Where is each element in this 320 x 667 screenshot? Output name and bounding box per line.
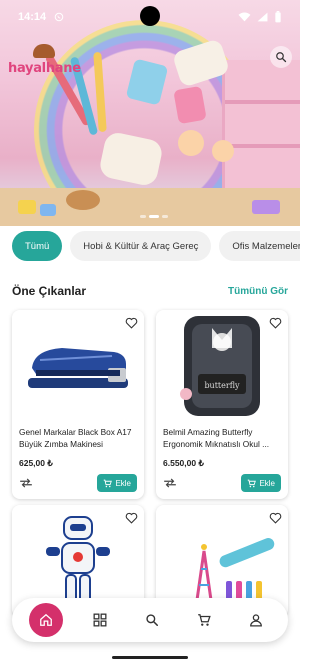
product-image: butterfly xyxy=(156,310,288,422)
product-card[interactable]: butterfly Belmil Amazing Butterfly Ergon… xyxy=(156,310,288,499)
nav-cart[interactable] xyxy=(189,605,219,635)
gesture-bar xyxy=(112,656,188,659)
robot-toy-image xyxy=(46,516,110,606)
logo-text: hayalhane xyxy=(8,61,81,76)
compare-icon[interactable] xyxy=(19,478,33,488)
grid-icon xyxy=(93,613,107,627)
product-price: 6.550,00 ₺ xyxy=(163,458,204,468)
page-dot-active xyxy=(149,215,159,218)
whatsapp-icon xyxy=(54,12,64,22)
heart-outline-icon xyxy=(125,317,137,329)
add-to-cart-button[interactable]: Ekle xyxy=(241,474,281,492)
product-name: Genel Markalar Black Box A17 Büyük Zımba… xyxy=(19,427,132,450)
app-screen: hayalhane 14:14 Tümü Hobi & Kültür & Ara… xyxy=(0,0,300,667)
search-icon xyxy=(276,52,287,63)
favorite-button[interactable] xyxy=(266,314,284,332)
home-icon xyxy=(40,613,52,626)
product-price: 625,00 ₺ xyxy=(19,458,53,468)
nav-search[interactable] xyxy=(137,605,167,635)
featured-section-header: Öne Çıkanlar Tümünü Gör xyxy=(12,284,288,298)
add-label: Ekle xyxy=(115,478,131,488)
3d-pen-image xyxy=(194,538,275,609)
wifi-icon xyxy=(238,12,251,22)
camera-cutout xyxy=(140,6,160,26)
battery-icon xyxy=(275,11,281,23)
section-title: Öne Çıkanlar xyxy=(12,284,87,298)
cart-icon xyxy=(248,479,257,487)
favorite-button[interactable] xyxy=(266,509,284,527)
profile-icon xyxy=(250,614,262,627)
heart-outline-icon xyxy=(125,512,137,524)
logo-mark-icon xyxy=(33,44,56,58)
chip-office[interactable]: Ofis Malzemeleri xyxy=(219,231,300,261)
add-label: Ekle xyxy=(259,478,275,488)
brand-logo[interactable]: hayalhane xyxy=(8,44,81,77)
compare-icon[interactable] xyxy=(163,478,177,488)
page-dot xyxy=(140,215,146,218)
nav-profile[interactable] xyxy=(241,605,271,635)
bottom-navigation xyxy=(12,598,288,642)
product-name: Belmil Amazing Butterfly Ergonomik Mıkna… xyxy=(163,427,270,450)
chip-all[interactable]: Tümü xyxy=(12,231,63,261)
header-search-button[interactable] xyxy=(270,46,292,68)
nav-categories[interactable] xyxy=(85,605,115,635)
nav-home[interactable] xyxy=(29,603,63,637)
cart-icon xyxy=(104,479,113,487)
page-dot xyxy=(162,215,168,218)
chip-hobby[interactable]: Hobi & Kültür & Araç Gereç xyxy=(70,231,212,261)
backpack-image: butterfly xyxy=(180,316,260,416)
svg-text:butterfly: butterfly xyxy=(204,381,240,390)
see-all-link[interactable]: Tümünü Gör xyxy=(228,286,288,297)
product-image xyxy=(12,310,144,422)
cart-icon xyxy=(198,614,211,626)
heart-outline-icon xyxy=(269,317,281,329)
stapler-image xyxy=(28,348,128,388)
favorite-button[interactable] xyxy=(122,509,140,527)
search-icon xyxy=(146,614,159,627)
product-card[interactable]: Genel Markalar Black Box A17 Büyük Zımba… xyxy=(12,310,144,499)
status-time: 14:14 xyxy=(18,11,47,23)
heart-outline-icon xyxy=(269,512,281,524)
signal-icon xyxy=(257,12,268,22)
add-to-cart-button[interactable]: Ekle xyxy=(97,474,137,492)
category-chips: Tümü Hobi & Kültür & Araç Gereç Ofis Mal… xyxy=(12,231,300,261)
banner-page-indicator xyxy=(140,215,168,218)
favorite-button[interactable] xyxy=(122,314,140,332)
